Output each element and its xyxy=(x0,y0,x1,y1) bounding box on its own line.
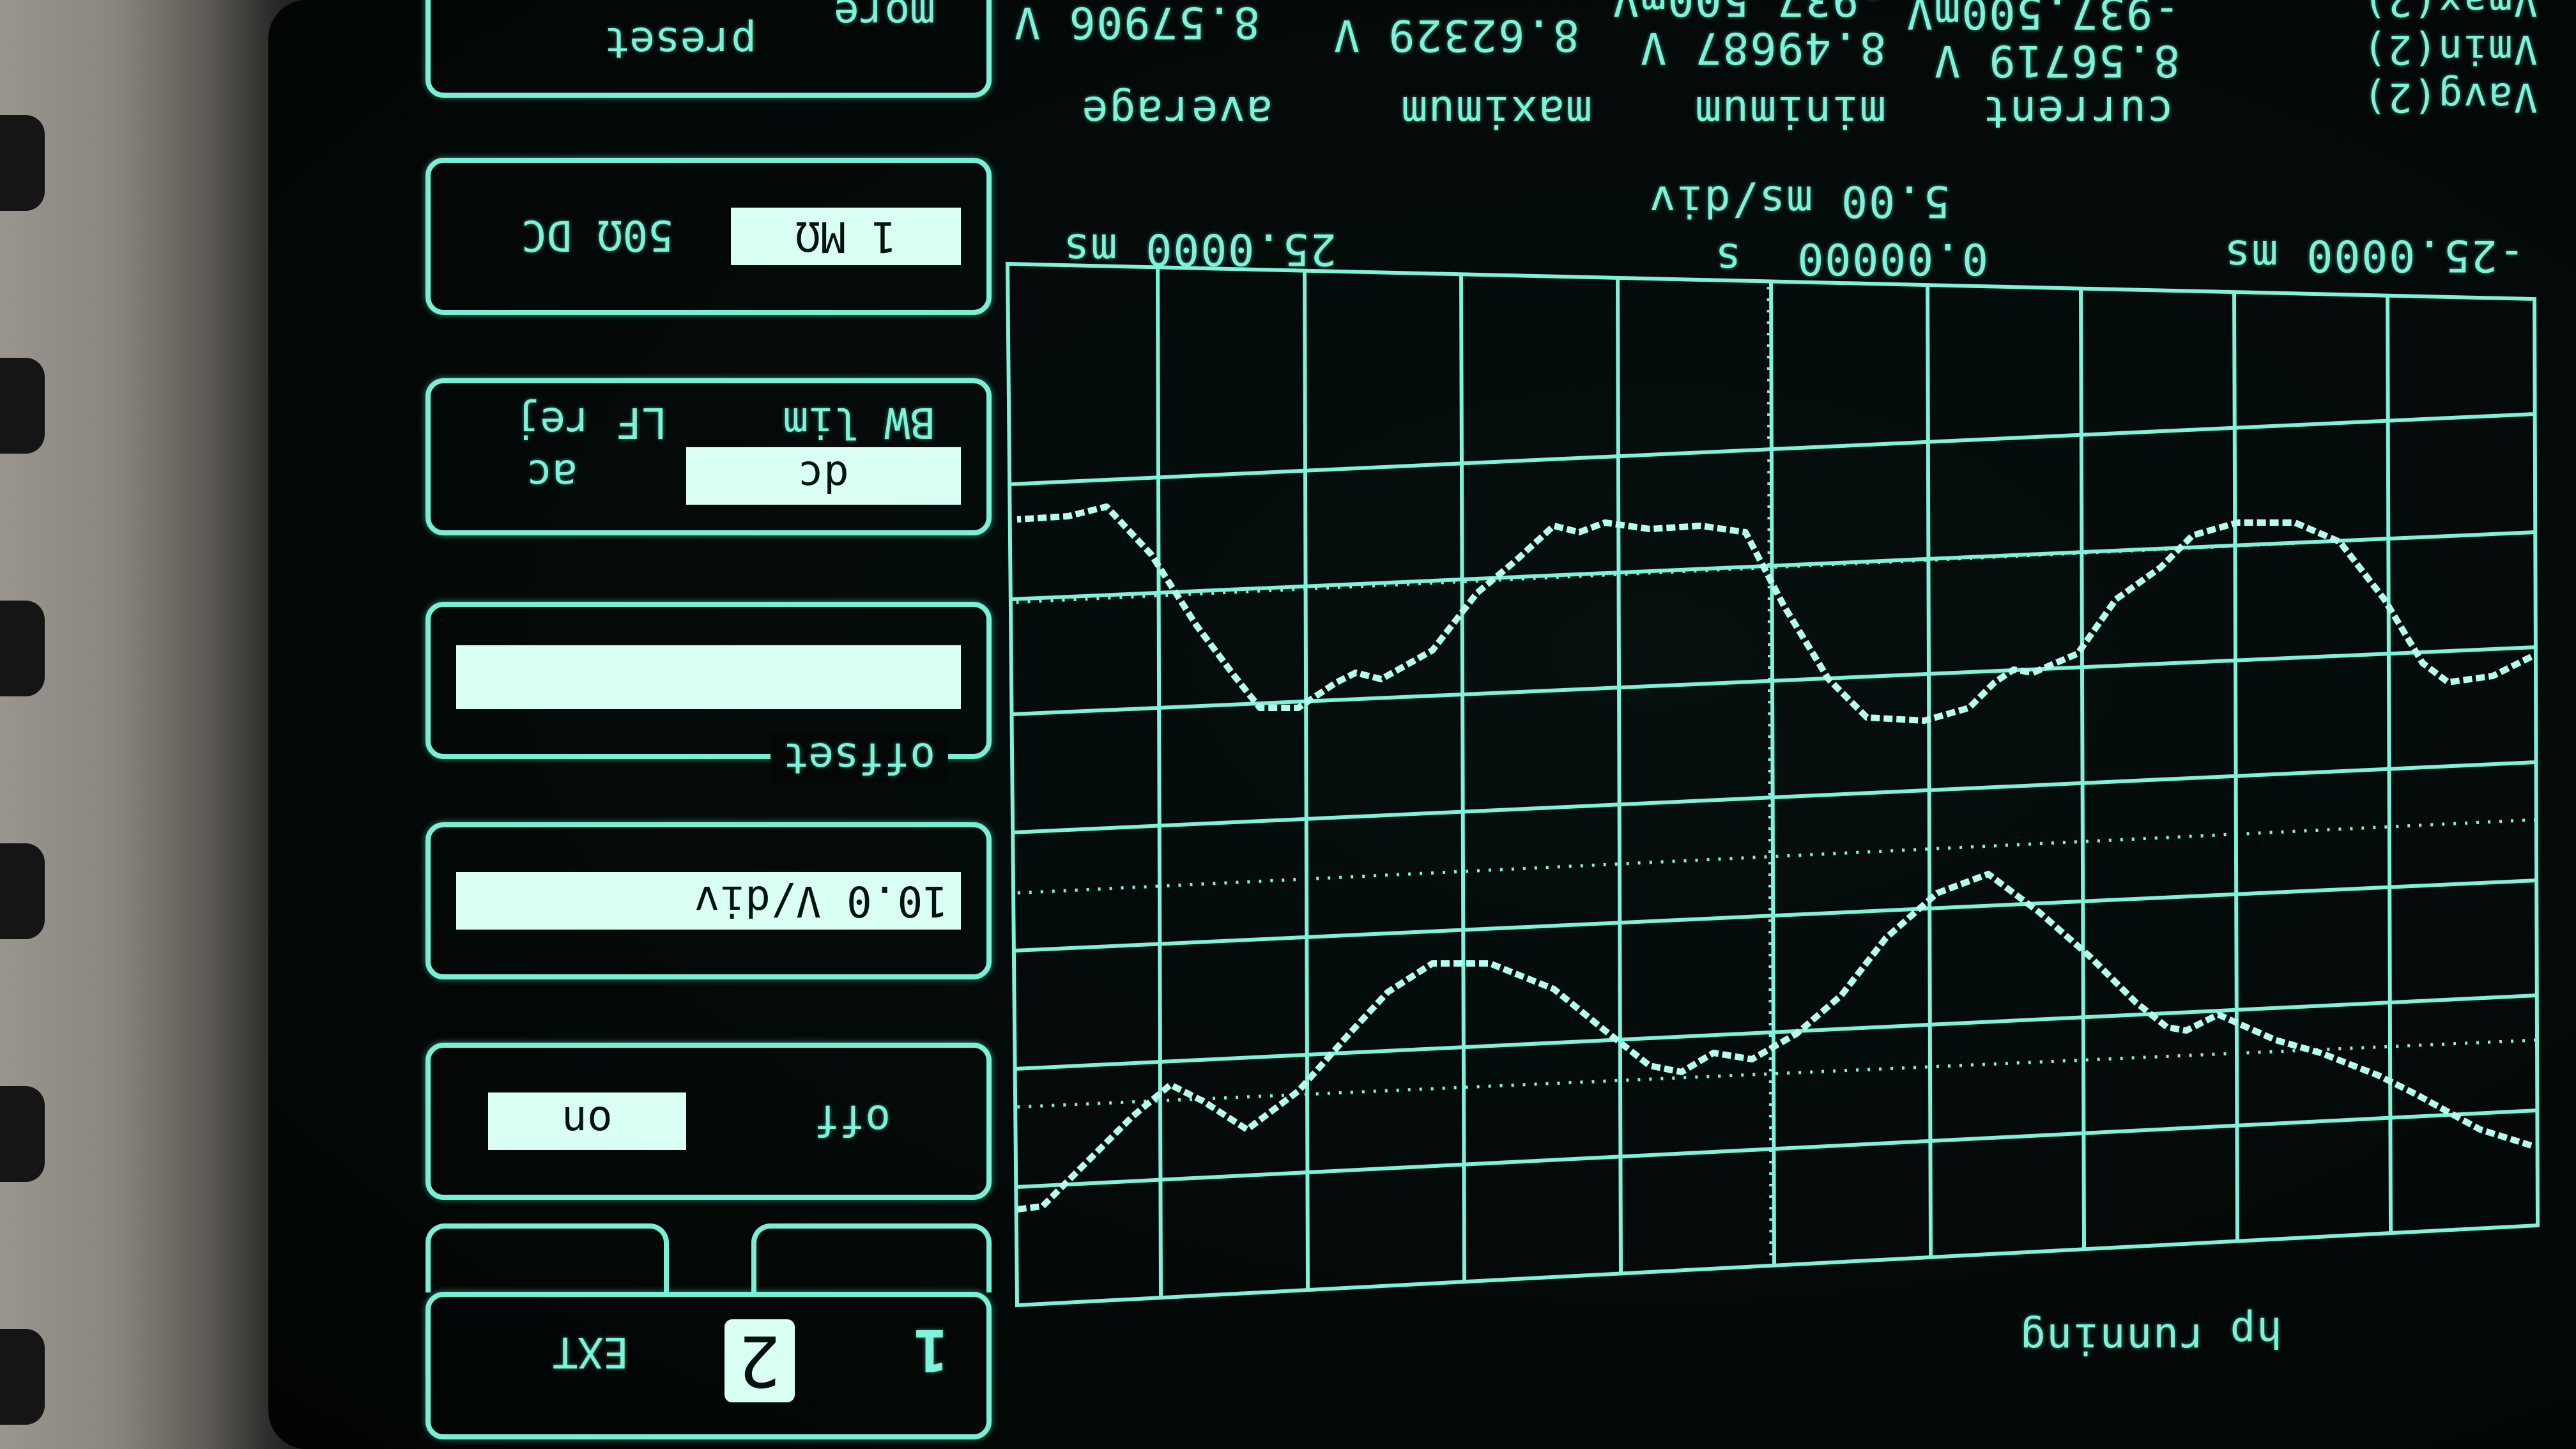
volts-per-div-value[interactable]: 10.0 V/div xyxy=(456,872,961,930)
graticule-hline xyxy=(1014,878,2538,953)
crt-display: hp running current minimum maximum avera… xyxy=(0,0,2576,1449)
impedance-key[interactable]: 1 MΩ 50Ω DC xyxy=(425,158,992,315)
display-off-option[interactable]: off xyxy=(815,1096,891,1145)
impedance-50-option[interactable]: 50Ω DC xyxy=(521,211,673,260)
graticule-hline xyxy=(1013,760,2537,834)
offset-label: offset xyxy=(770,733,948,783)
offset-value[interactable] xyxy=(456,645,961,709)
coupling-key[interactable]: dc ac BW lim LF rej xyxy=(425,378,992,535)
graticule-vline xyxy=(2232,292,2239,1242)
graticule-vline xyxy=(1926,284,1933,1258)
channel-select-key[interactable]: 1 2 EXT xyxy=(425,1292,992,1439)
graticule-vline xyxy=(1769,281,1776,1266)
channel-tab-right xyxy=(425,1223,669,1292)
graticule-vline xyxy=(2386,295,2393,1234)
display-toggle-key[interactable]: off on xyxy=(425,1043,992,1200)
channel-1-option[interactable]: 1 xyxy=(914,1316,948,1383)
lf-reject-option[interactable]: LF rej xyxy=(515,398,667,447)
preset-option[interactable]: preset xyxy=(604,18,756,67)
channel-2-option[interactable]: 2 xyxy=(724,1319,795,1402)
bw-limit-option[interactable]: BW lim xyxy=(783,398,935,447)
graticule-hline xyxy=(1016,1108,2538,1189)
volts-per-div-key[interactable]: 10.0 V/div xyxy=(425,822,992,979)
graticule-vline xyxy=(1303,270,1310,1290)
channel-ext-option[interactable]: EXT xyxy=(553,1328,629,1377)
impedance-1m-option[interactable]: 1 MΩ xyxy=(731,208,961,265)
waveform-graticule xyxy=(1005,261,2540,1308)
graticule-vline xyxy=(1616,277,1623,1274)
graticule-vline xyxy=(1459,274,1466,1282)
graticule-hline xyxy=(1012,645,2537,716)
offset-key[interactable]: offset xyxy=(425,602,992,783)
coupling-dc-option[interactable]: dc xyxy=(686,447,961,505)
graticule-hline xyxy=(1015,993,2538,1071)
display-on-option[interactable]: on xyxy=(488,1092,686,1150)
more-option[interactable]: more xyxy=(834,0,935,38)
graticule-grid xyxy=(1005,261,2540,1308)
preset-more-key[interactable]: preset more xyxy=(425,0,992,98)
coupling-ac-option[interactable]: ac xyxy=(527,450,578,500)
channel-tab-left xyxy=(751,1223,992,1292)
graticule-vline xyxy=(1156,266,1163,1298)
